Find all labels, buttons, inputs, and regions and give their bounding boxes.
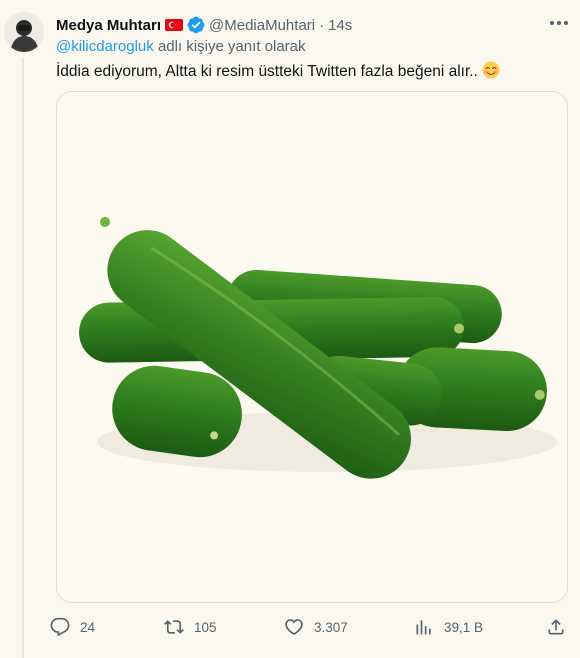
repost-button[interactable]: 105 [164,612,217,642]
like-count: 3.307 [314,619,348,635]
reply-button[interactable]: 24 [50,612,95,642]
repost-icon [164,620,184,634]
separator-dot: · [319,16,325,34]
more-options-button[interactable] [546,12,572,34]
turkey-flag-icon [165,19,184,31]
tweet-header: Medya Muhtarı @MediaMuhtari · 14s [56,14,352,36]
cucumber-image-icon [79,217,557,479]
tweet-body: İddia ediyorum, Altta ki resim üstteki T… [56,63,478,80]
tweet-text: İddia ediyorum, Altta ki resim üstteki T… [56,61,500,81]
repost-count: 105 [194,619,217,635]
tweet-media-image[interactable] [56,91,568,603]
tweet-actions-bar: 24 105 3.307 39,1 B [50,612,570,642]
handle[interactable]: @MediaMuhtari [209,17,315,34]
reply-count: 24 [80,619,96,635]
heart-icon [285,619,303,636]
reply-context-text: adlı kişiye yanıt olarak [157,38,306,55]
avatar[interactable] [4,12,44,52]
share-icon [548,619,564,635]
reply-icon [50,617,70,637]
verified-badge-icon [187,16,205,34]
reply-mention-link[interactable]: @kilicdarogluk [56,38,154,55]
thread-line [22,58,24,658]
display-name[interactable]: Medya Muhtarı [56,17,161,34]
timestamp[interactable]: 14s [328,17,352,34]
like-button[interactable]: 3.307 [284,612,348,642]
views-button[interactable]: 39,1 B [414,612,483,642]
views-count: 39,1 B [444,619,484,635]
share-button[interactable] [546,612,576,642]
more-dots-icon [550,21,568,25]
avatar-image [4,12,44,52]
smiling-face-emoji-icon [482,61,500,79]
reply-context: @kilicdarogluk adlı kişiye yanıt olarak [56,38,306,55]
views-chart-icon [416,620,431,635]
